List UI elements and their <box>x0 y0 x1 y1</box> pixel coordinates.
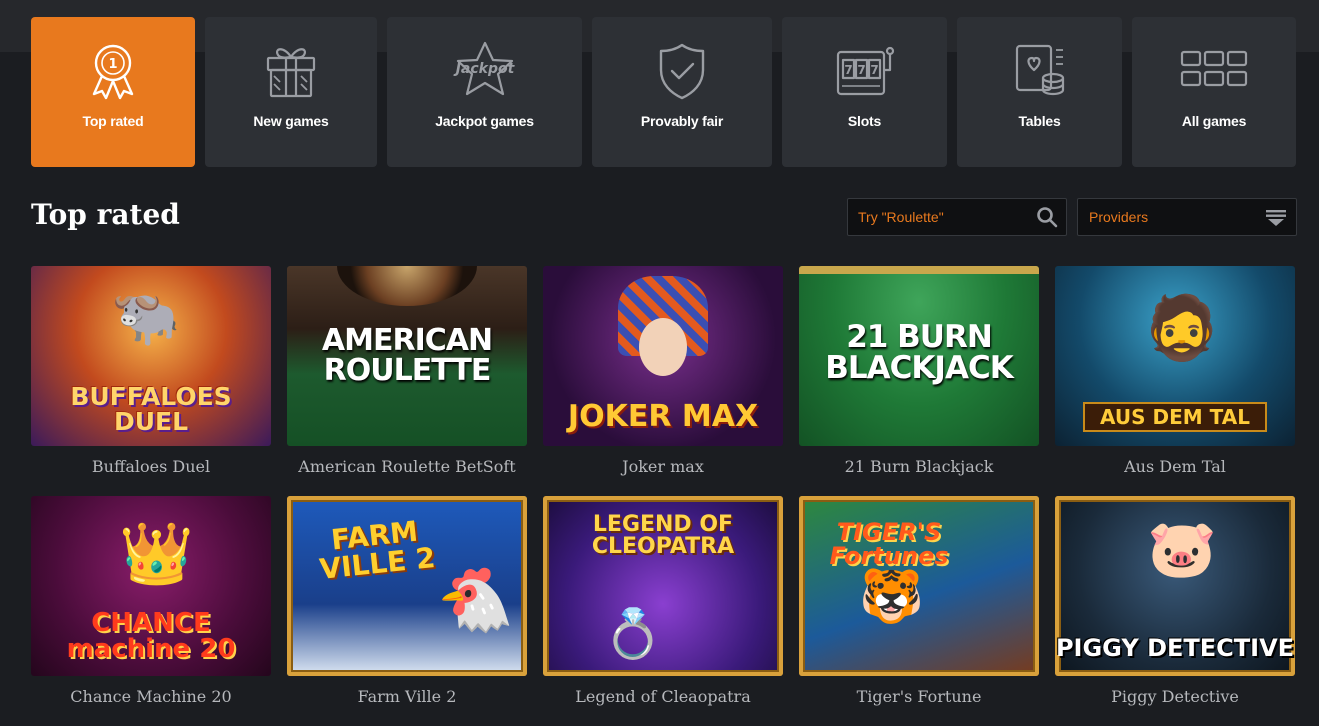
roulette-wheel <box>337 266 477 306</box>
category-label: Jackpot games <box>435 113 534 129</box>
search-box <box>847 198 1067 236</box>
game-name: Buffaloes Duel <box>91 457 211 476</box>
shield-check-icon <box>646 35 718 107</box>
game-art-title: AUS DEM TAL <box>1083 402 1267 432</box>
game-thumbnail[interactable]: 🧔 AUS DEM TAL <box>1055 266 1295 446</box>
game-thumbnail[interactable]: LEGEND OF CLEOPATRA 💍 <box>543 496 783 676</box>
pig-emblem: 🐷 <box>1147 517 1217 580</box>
tiger-emblem: 🐯 <box>859 568 924 626</box>
crown-emblem: 👑 <box>119 520 194 587</box>
game-name: 21 Burn Blackjack <box>844 457 994 476</box>
svg-text:Jackpot: Jackpot <box>452 61 515 77</box>
game-name: Chance Machine 20 <box>70 687 232 706</box>
category-label: Slots <box>847 113 882 129</box>
providers-dropdown[interactable]: Providers <box>1077 198 1297 236</box>
game-thumbnail[interactable]: 🐔 FARM VILLE 2 <box>287 496 527 676</box>
svg-text:7: 7 <box>870 63 878 77</box>
game-art-title: AMERICAN ROULETTE <box>321 323 493 388</box>
category-label: New games <box>253 113 329 129</box>
category-slots[interactable]: 7 7 7 Slots <box>782 17 947 167</box>
svg-text:7: 7 <box>857 63 865 77</box>
ribbon-medal-icon: 1 <box>77 35 149 107</box>
game-art-title: 21 BURN BLACKJACK <box>825 319 1013 386</box>
game-grid: 🐃 BUFFALOES DUEL Buffaloes Duel AMERICAN… <box>31 266 1295 726</box>
game-card[interactable]: 🐷 PIGGY DETECTIVE Piggy Detective <box>1055 496 1295 726</box>
slot-machine-icon: 7 7 7 <box>829 35 901 107</box>
game-name: American Roulette BetSoft <box>298 457 516 476</box>
grid-icon <box>1178 35 1250 107</box>
category-label: Top rated <box>82 113 144 129</box>
joker-face <box>639 318 687 376</box>
category-label: All games <box>1181 113 1247 129</box>
game-thumbnail[interactable]: 🐯 TIGER'S Fortunes <box>799 496 1039 676</box>
game-card[interactable]: 🐯 TIGER'S Fortunes Tiger's Fortune <box>799 496 1039 726</box>
game-art-title: JOKER MAX <box>567 399 759 434</box>
game-name: Aus Dem Tal <box>1124 457 1226 476</box>
search-input[interactable] <box>848 199 1028 235</box>
svg-text:7: 7 <box>844 63 852 77</box>
game-art-title: PIGGY DETECTIVE <box>1055 634 1295 662</box>
game-card[interactable]: LEGEND OF CLEOPATRA 💍 Legend of Cleaopat… <box>543 496 783 726</box>
game-thumbnail[interactable]: 🐃 BUFFALOES DUEL <box>31 266 271 446</box>
game-name: Piggy Detective <box>1111 687 1239 706</box>
game-art-title: TIGER'S Fortunes <box>829 518 949 570</box>
game-thumbnail[interactable]: 21 BURN BLACKJACK <box>799 266 1039 446</box>
rooster-emblem: 🐔 <box>437 566 515 635</box>
category-new-games[interactable]: New games <box>205 17 377 167</box>
filter-icon <box>1266 209 1286 227</box>
category-jackpot-games[interactable]: Jackpot Jackpot games <box>387 17 582 167</box>
game-art-title: CHANCE machine 20 <box>66 608 236 664</box>
ring-emblem: 💍 <box>603 608 663 661</box>
category-top-rated[interactable]: 1 Top rated <box>31 17 195 167</box>
game-card[interactable]: JOKER MAX Joker max <box>543 266 783 496</box>
game-thumbnail[interactable]: JOKER MAX <box>543 266 783 446</box>
gift-icon <box>255 35 327 107</box>
search-icon[interactable] <box>1036 206 1058 228</box>
category-label: Tables <box>1018 113 1061 129</box>
game-thumbnail[interactable]: AMERICAN ROULETTE <box>287 266 527 446</box>
buffalo-emblem: 🐃 <box>111 285 181 348</box>
section-title: Top rated <box>31 198 180 231</box>
game-card[interactable]: 🐔 FARM VILLE 2 Farm Ville 2 <box>287 496 527 726</box>
game-name: Farm Ville 2 <box>357 687 457 706</box>
game-thumbnail[interactable]: 🐷 PIGGY DETECTIVE <box>1055 496 1295 676</box>
bearded-man-emblem: 🧔 <box>1143 294 1221 363</box>
game-name: Tiger's Fortune <box>856 687 982 706</box>
game-card[interactable]: 🧔 AUS DEM TAL Aus Dem Tal <box>1055 266 1295 496</box>
game-card[interactable]: 🐃 BUFFALOES DUEL Buffaloes Duel <box>31 266 271 496</box>
category-label: Provably fair <box>640 113 724 129</box>
game-card[interactable]: AMERICAN ROULETTE American Roulette BetS… <box>287 266 527 496</box>
game-name: Legend of Cleaopatra <box>575 687 751 706</box>
game-art-title: FARM VILLE 2 <box>317 514 437 586</box>
category-tables[interactable]: Tables <box>957 17 1122 167</box>
providers-label: Providers <box>1089 209 1149 225</box>
game-name: Joker max <box>622 457 704 476</box>
game-thumbnail[interactable]: 👑 CHANCE machine 20 <box>31 496 271 676</box>
game-art-title: BUFFALOES DUEL <box>70 382 232 436</box>
table-rail <box>799 266 1039 274</box>
game-card[interactable]: 21 BURN BLACKJACK 21 Burn Blackjack <box>799 266 1039 496</box>
svg-text:1: 1 <box>108 57 117 72</box>
game-art-title: LEGEND OF CLEOPATRA <box>591 512 735 559</box>
game-card[interactable]: 👑 CHANCE machine 20 Chance Machine 20 <box>31 496 271 726</box>
cards-chips-icon <box>1004 35 1076 107</box>
category-all-games[interactable]: All games <box>1132 17 1296 167</box>
category-provably-fair[interactable]: Provably fair <box>592 17 772 167</box>
jackpot-star-icon: Jackpot <box>449 35 521 107</box>
category-bar: 1 Top rated New games Jackpot Jackpot ga… <box>31 17 1296 167</box>
